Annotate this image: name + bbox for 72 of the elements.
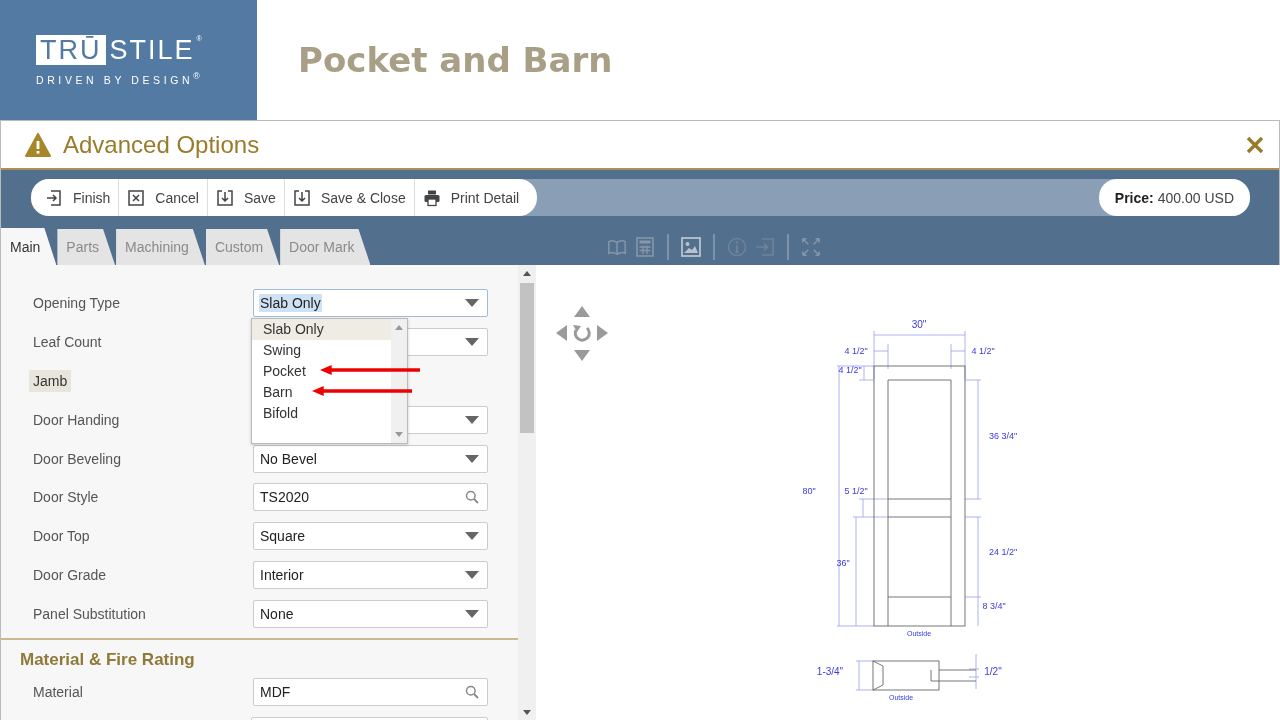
search-icon bbox=[465, 684, 479, 699]
logo-wordmark-boxed: TRŪ bbox=[36, 34, 106, 65]
scroll-down-icon[interactable] bbox=[523, 710, 531, 715]
toolbar-button[interactable]: Save & Close bbox=[283, 179, 414, 216]
dimension-label: 30" bbox=[911, 319, 927, 330]
toolbar-button[interactable]: Cancel bbox=[118, 179, 207, 216]
dimension-label: 36" bbox=[836, 558, 850, 568]
price-display: Price: 400.00 USD bbox=[1098, 179, 1250, 216]
download-icon bbox=[215, 188, 234, 207]
dimension-label: 4 1/2" bbox=[844, 346, 868, 356]
dropdown-option[interactable]: Bifold bbox=[252, 403, 299, 424]
expand-icon[interactable] bbox=[801, 236, 822, 257]
caret-icon bbox=[465, 415, 479, 424]
toolbar-button[interactable]: Save bbox=[206, 179, 284, 216]
field-label: Panel Substitution bbox=[32, 605, 147, 622]
select-field[interactable]: Square bbox=[253, 522, 488, 551]
close-icon[interactable] bbox=[1245, 134, 1265, 155]
exit-icon[interactable] bbox=[755, 236, 776, 257]
dropdown-option[interactable]: Swing bbox=[252, 340, 302, 361]
search-icon bbox=[465, 490, 479, 505]
field-label: Jamb bbox=[29, 370, 72, 392]
caret-icon bbox=[465, 454, 479, 463]
section-title: Material & Fire Rating bbox=[20, 650, 196, 672]
printer-icon bbox=[422, 188, 441, 207]
dimension-label: 36 3/4" bbox=[988, 431, 1018, 441]
dropdown-option[interactable]: Barn bbox=[252, 382, 293, 403]
field-label: Door Grade bbox=[32, 566, 108, 583]
dropdown-option[interactable]: Pocket bbox=[252, 361, 306, 382]
toolbar-button[interactable]: Finish bbox=[37, 179, 119, 216]
field-label: Door Beveling bbox=[32, 450, 122, 467]
caret-icon bbox=[465, 609, 479, 618]
field-label: Door Style bbox=[32, 489, 100, 506]
search-field[interactable]: MDF bbox=[253, 677, 488, 706]
field-label: Leaf Count bbox=[32, 334, 103, 351]
slide-title: Pocket and Barn bbox=[298, 40, 613, 80]
select-field[interactable]: Slab Only bbox=[253, 289, 488, 318]
scroll-up-icon[interactable] bbox=[523, 271, 531, 276]
exit-icon bbox=[45, 188, 63, 207]
field-label: Material bbox=[32, 683, 84, 700]
dimension-label: 4 1/2" bbox=[838, 365, 862, 375]
select-field[interactable]: No Bevel bbox=[253, 444, 488, 473]
dimension-label: 24 1/2" bbox=[988, 547, 1018, 557]
cancel-icon bbox=[127, 188, 146, 207]
select-field[interactable]: Interior bbox=[253, 560, 488, 589]
dimension-label: 4 1/2" bbox=[971, 346, 995, 356]
download-icon bbox=[292, 188, 311, 207]
caret-icon bbox=[465, 532, 479, 541]
logo-wordmark: STILE bbox=[108, 34, 196, 65]
dimension-label: 80" bbox=[802, 486, 816, 496]
image-icon[interactable] bbox=[681, 236, 702, 257]
scrollbar[interactable] bbox=[518, 265, 536, 720]
logo-tagline: DRIVEN BY DESIGN$^{®}$ bbox=[36, 70, 205, 86]
dimension-label: 1-3/4" bbox=[816, 666, 844, 677]
pan-rotate-control[interactable] bbox=[556, 306, 608, 361]
dialog-title: Advanced Options bbox=[63, 130, 260, 159]
dimension-label: 1/2" bbox=[984, 666, 1002, 677]
tab[interactable]: Main bbox=[1, 228, 57, 265]
field-label: Opening Type bbox=[32, 295, 121, 312]
warning-icon bbox=[25, 132, 51, 157]
field-label: Door Handing bbox=[32, 411, 121, 428]
field-label: Door Top bbox=[32, 528, 91, 545]
search-field[interactable]: TS2020 bbox=[253, 483, 488, 512]
select-field[interactable]: None bbox=[253, 599, 488, 628]
caret-icon bbox=[465, 299, 479, 308]
dimension-label: 5 1/2" bbox=[844, 486, 868, 496]
toolbar-button[interactable]: Print Detail bbox=[413, 179, 528, 216]
dimension-label: 8 3/4" bbox=[982, 601, 1006, 611]
dropdown-option[interactable]: Slab Only bbox=[252, 319, 391, 340]
calculator-icon[interactable] bbox=[635, 236, 656, 257]
info-icon[interactable] bbox=[727, 236, 748, 257]
caret-icon bbox=[465, 570, 479, 579]
caret-icon bbox=[465, 338, 479, 347]
